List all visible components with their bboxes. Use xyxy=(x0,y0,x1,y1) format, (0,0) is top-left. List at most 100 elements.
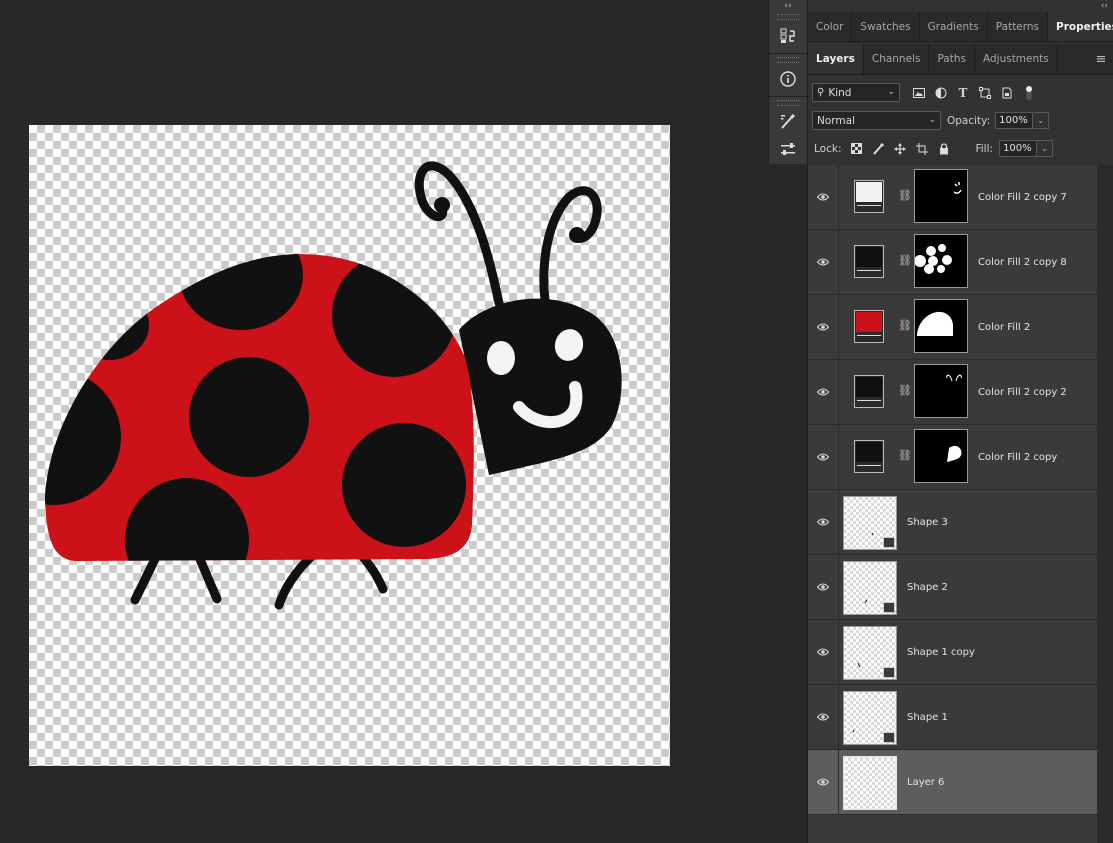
swatch-color xyxy=(856,377,882,397)
filter-toggle-icon[interactable] xyxy=(1018,83,1040,103)
layer-row[interactable]: Shape 2 xyxy=(808,555,1097,620)
shape-layer-icon xyxy=(883,667,895,678)
document-canvas[interactable] xyxy=(29,125,670,766)
eye-visibility-icon[interactable] xyxy=(808,620,839,684)
leg-2 xyxy=(194,552,222,604)
layer-row[interactable]: ⛓ Color Fill 2 copy 7 xyxy=(808,165,1097,230)
lock-label: Lock: xyxy=(814,142,842,155)
layer-name: Color Fill 2 copy 7 xyxy=(978,191,1067,203)
layer-mask-thumbnail[interactable] xyxy=(914,234,968,288)
layer-row[interactable]: Shape 3 xyxy=(808,490,1097,555)
layer-thumbnail[interactable] xyxy=(843,691,897,745)
layer-row[interactable]: Shape 1 copy xyxy=(808,620,1097,685)
opacity-chevron-icon[interactable]: ⌄ xyxy=(1033,112,1050,129)
layer-name: Layer 6 xyxy=(907,776,945,788)
chevron-down-icon: ⌄ xyxy=(928,115,936,125)
filter-smart-object-icon[interactable] xyxy=(996,83,1018,103)
fill-color-swatch[interactable] xyxy=(854,440,884,473)
tab-gradients[interactable]: Gradients xyxy=(920,12,988,41)
history-icon[interactable] xyxy=(769,22,807,50)
leg-3 xyxy=(274,552,316,610)
blend-mode-dropdown[interactable]: Normal ⌄ xyxy=(812,111,941,130)
filter-adjustment-icon[interactable] xyxy=(930,83,952,103)
fill-color-swatch[interactable] xyxy=(854,310,884,343)
layer-mask-thumbnail[interactable] xyxy=(914,364,968,418)
layer-mask-thumbnail[interactable] xyxy=(914,429,968,483)
eye-visibility-icon[interactable] xyxy=(808,750,839,814)
tab-swatches[interactable]: Swatches xyxy=(852,12,920,41)
layer-row[interactable]: ⛓ Color Fill 2 copy 2 xyxy=(808,360,1097,425)
layer-name: Shape 2 xyxy=(907,581,948,593)
fill-field[interactable]: 100% xyxy=(999,140,1038,157)
fill-color-swatch[interactable] xyxy=(854,245,884,278)
eye-visibility-icon[interactable] xyxy=(808,490,839,554)
layer-mask-thumbnail[interactable] xyxy=(914,299,968,353)
grip-handle[interactable] xyxy=(777,57,799,63)
opacity-field[interactable]: 100% xyxy=(995,112,1034,129)
layers-menu-icon[interactable]: ≡ xyxy=(1088,44,1113,74)
layer-row[interactable]: ⛓ Color Fill 2 copy 8 xyxy=(808,230,1097,295)
mask-link-icon[interactable]: ⛓ xyxy=(898,449,912,465)
mask-link-icon[interactable]: ⛓ xyxy=(898,319,912,335)
tab-adjustments[interactable]: Adjustments xyxy=(975,44,1058,74)
eye-visibility-icon[interactable] xyxy=(808,360,839,424)
panel-collapse-icon[interactable]: ‹‹ xyxy=(808,0,1113,12)
layer-row[interactable]: ⛓ Color Fill 2 xyxy=(808,295,1097,360)
eye-visibility-icon[interactable] xyxy=(808,425,839,489)
brush-settings-icon[interactable] xyxy=(769,108,807,136)
filter-kind-dropdown[interactable]: ⚲ Kind ⌄ xyxy=(812,83,900,102)
tab-color[interactable]: Color xyxy=(808,12,853,41)
tab-channels[interactable]: Channels xyxy=(864,44,930,74)
filter-type-icon[interactable]: T xyxy=(952,83,974,103)
lock-position-move-icon[interactable] xyxy=(889,139,911,159)
grip-handle[interactable] xyxy=(777,100,799,106)
swatch-color xyxy=(856,312,882,332)
eye-visibility-icon[interactable] xyxy=(808,685,839,749)
layer-name: Color Fill 2 copy xyxy=(978,451,1058,463)
layers-list: ⛓ Color Fill 2 copy 7 ⛓ Color Fill 2 cop… xyxy=(808,165,1097,843)
lock-transparent-icon[interactable] xyxy=(845,139,867,159)
adjust-sliders-icon[interactable] xyxy=(769,136,807,164)
lock-artboard-icon[interactable] xyxy=(911,139,933,159)
layer-thumbnail[interactable] xyxy=(843,561,897,615)
eye-visibility-icon[interactable] xyxy=(808,555,839,619)
layer-thumbnail[interactable] xyxy=(843,756,897,810)
layer-row[interactable]: Shape 1 xyxy=(808,685,1097,750)
tab-properties[interactable]: Properties xyxy=(1048,12,1113,41)
tab-paths[interactable]: Paths xyxy=(929,44,975,74)
layers-scrollbar[interactable] xyxy=(1097,165,1113,843)
filter-shape-icon[interactable] xyxy=(974,83,996,103)
eye-visibility-icon[interactable] xyxy=(808,295,839,359)
right-antenna-tip xyxy=(569,227,585,243)
tab-patterns[interactable]: Patterns xyxy=(988,12,1049,41)
filter-pixel-icon[interactable] xyxy=(908,83,930,103)
filter-kind-value: Kind xyxy=(828,86,852,99)
info-icon[interactable] xyxy=(769,65,807,93)
fill-color-swatch[interactable] xyxy=(854,375,884,408)
layer-row-selected[interactable]: Layer 6 xyxy=(808,750,1097,815)
shape-layer-icon xyxy=(883,732,895,743)
lock-row: Lock: Fill: 100% ⌄ xyxy=(808,135,1113,162)
swatch-color xyxy=(856,182,882,202)
layer-thumbnail[interactable] xyxy=(843,626,897,680)
collapse-icon[interactable]: ‹‹ xyxy=(769,0,807,12)
layer-row[interactable]: ⛓ Color Fill 2 copy xyxy=(808,425,1097,490)
layer-name: Color Fill 2 copy 2 xyxy=(978,386,1067,398)
left-eye xyxy=(487,341,515,375)
tab-layers[interactable]: Layers xyxy=(808,44,864,74)
mask-link-icon[interactable]: ⛓ xyxy=(898,384,912,400)
mask-link-icon[interactable]: ⛓ xyxy=(898,254,912,270)
layer-name: Shape 3 xyxy=(907,516,948,528)
blend-mode-value: Normal xyxy=(817,114,855,127)
fill-color-swatch[interactable] xyxy=(854,180,884,213)
mask-link-icon[interactable]: ⛓ xyxy=(898,189,912,205)
layer-mask-thumbnail[interactable] xyxy=(914,169,968,223)
eye-visibility-icon[interactable] xyxy=(808,230,839,294)
grip-handle[interactable] xyxy=(777,14,799,20)
eye-visibility-icon[interactable] xyxy=(808,165,839,229)
lock-pixels-brush-icon[interactable] xyxy=(867,139,889,159)
lock-all-icon[interactable] xyxy=(933,139,955,159)
ladybug-artwork xyxy=(45,161,622,610)
fill-chevron-icon[interactable]: ⌄ xyxy=(1037,140,1054,157)
layer-thumbnail[interactable] xyxy=(843,496,897,550)
